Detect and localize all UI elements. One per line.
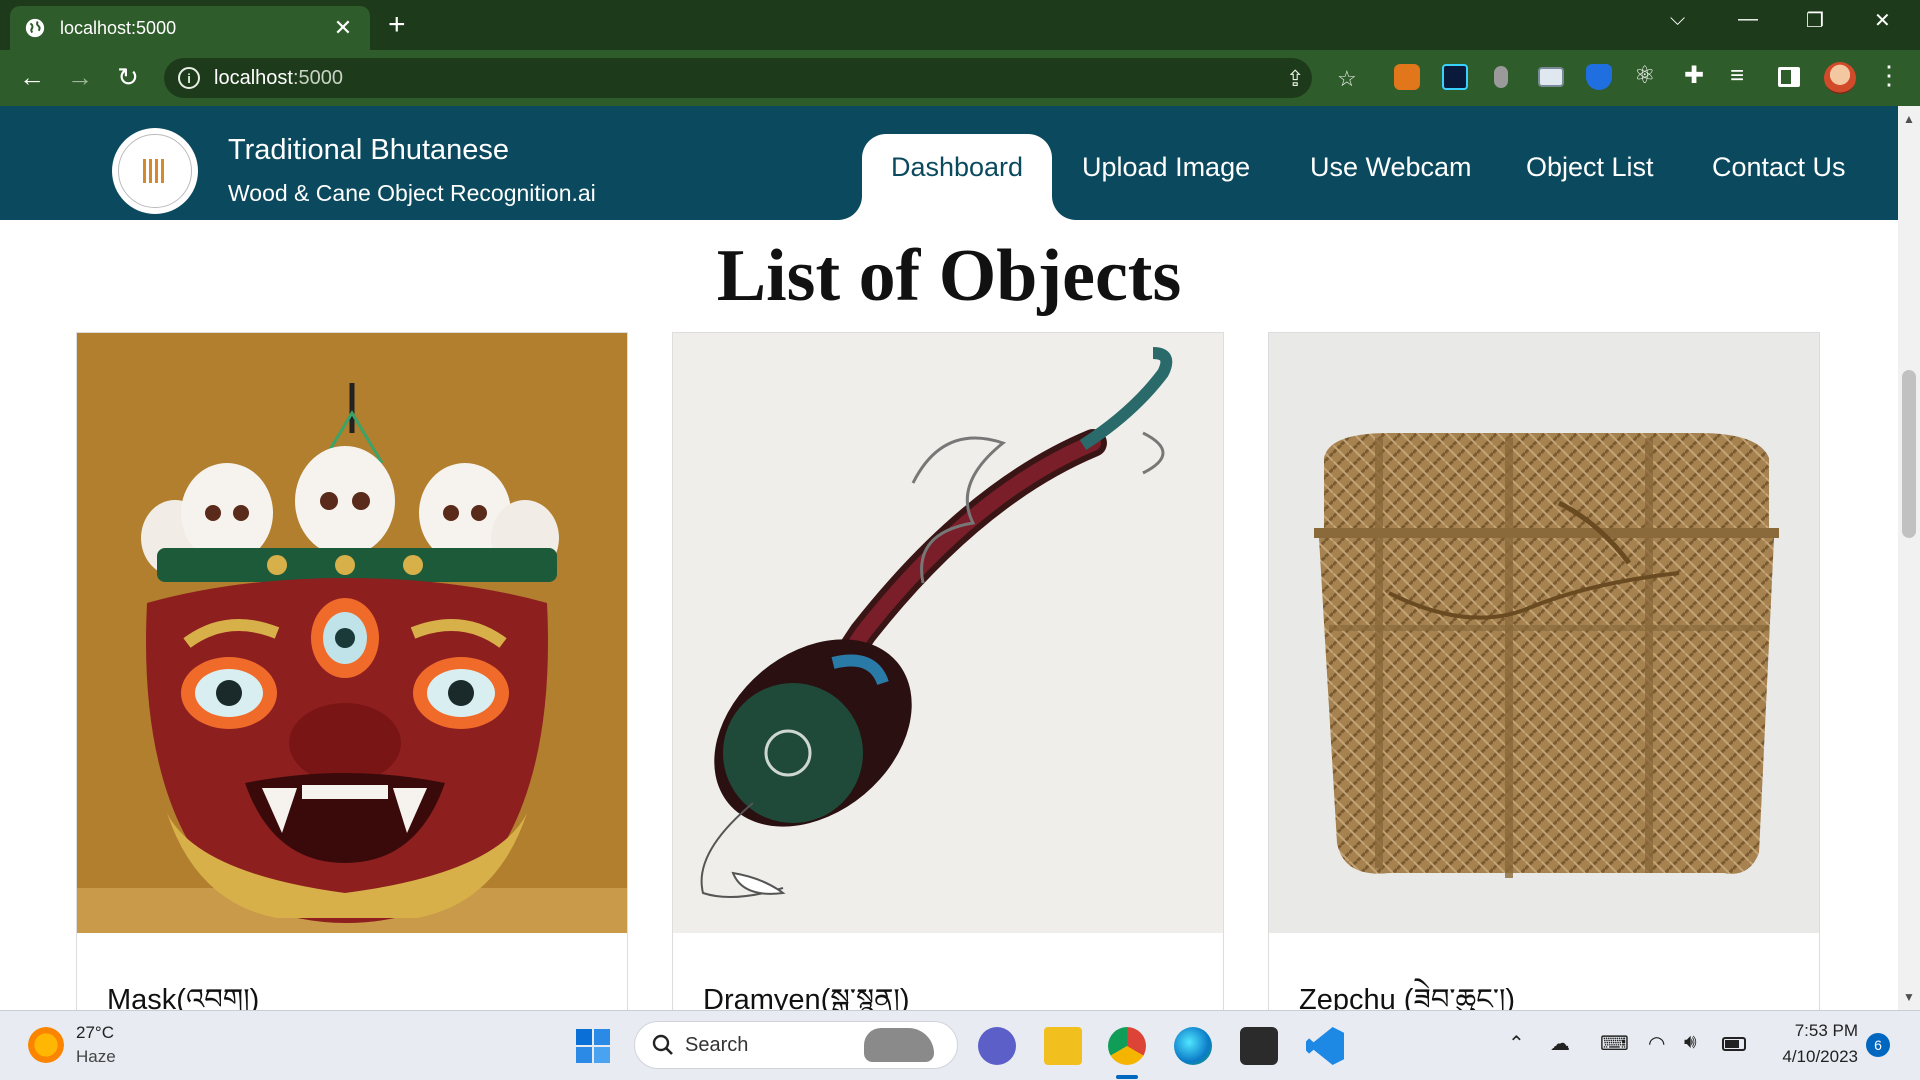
browser-menu-icon[interactable]: ⋮ <box>1876 60 1902 91</box>
address-bar[interactable]: i localhost:5000 ⇪ ☆ <box>164 58 1357 98</box>
keyboard-icon[interactable]: ⌨ <box>1600 1031 1629 1056</box>
elephant-icon <box>864 1028 935 1062</box>
image-extension-icon[interactable] <box>1538 67 1564 87</box>
site-logo[interactable] <box>112 128 198 214</box>
search-icon <box>652 1034 673 1055</box>
mouse-extension-icon[interactable] <box>1494 66 1508 88</box>
terminal-icon[interactable] <box>1240 1027 1278 1065</box>
vscode-icon[interactable] <box>1306 1027 1344 1065</box>
teams-chat-icon[interactable] <box>978 1027 1016 1065</box>
object-card-dramyen[interactable]: Dramyen(སྒྲ་སྙན།) <box>672 332 1224 1010</box>
file-explorer-icon[interactable] <box>1044 1027 1082 1065</box>
site-info-icon[interactable]: i <box>178 67 200 89</box>
brand-subtitle: Wood & Cane Object Recognition.ai <box>228 180 596 206</box>
card-title: Mask(འབག།) <box>107 984 260 1010</box>
page-viewport: Traditional Bhutanese Wood & Cane Object… <box>0 106 1898 1010</box>
reload-icon[interactable]: ↻ <box>110 62 146 92</box>
search-label: Search <box>685 1033 749 1056</box>
browser-tab[interactable]: localhost:5000 ✕ <box>10 6 370 50</box>
minimize-icon[interactable]: — <box>1738 8 1758 31</box>
scroll-down-icon[interactable]: ▼ <box>1898 990 1920 1004</box>
notification-badge[interactable]: 6 <box>1866 1033 1890 1057</box>
react-devtools-icon[interactable]: ⚛ <box>1634 61 1656 91</box>
scroll-up-icon[interactable]: ▲ <box>1898 112 1920 126</box>
globe-icon <box>25 18 45 38</box>
bookmark-star-icon[interactable]: ☆ <box>1337 66 1357 92</box>
onedrive-icon[interactable]: ☁ <box>1550 1031 1570 1056</box>
window-close-icon[interactable]: ✕ <box>1874 8 1891 33</box>
browser-tab-strip: localhost:5000 ✕ + ⌵ — ❐ ✕ <box>0 0 1920 50</box>
weather-condition[interactable]: Haze <box>76 1047 116 1067</box>
volume-icon[interactable]: 🔊︎ <box>1684 1031 1697 1054</box>
taskbar: 27°C Haze Search ⌃ ☁ ⌨ ◠ 🔊︎ 7:53 PM 4/10… <box>0 1010 1920 1080</box>
logo-emblem <box>118 134 192 208</box>
tab-title: localhost:5000 <box>60 17 177 38</box>
card-title: Zepchu (ཟེབ་ཆུང་།) <box>1299 984 1516 1010</box>
media-control-icon[interactable]: ≡ <box>1730 61 1744 91</box>
url-port: :5000 <box>292 66 343 89</box>
battery-icon[interactable] <box>1722 1037 1746 1051</box>
forward-icon[interactable]: → <box>62 62 98 92</box>
object-card-mask[interactable]: Mask(འབག།) <box>76 332 628 1010</box>
object-card-zepchu[interactable]: Zepchu (ཟེབ་ཆུང་།) <box>1268 332 1820 1010</box>
wifi-icon[interactable]: ◠ <box>1648 1031 1665 1056</box>
share-icon[interactable]: ⇪ <box>1286 66 1304 92</box>
chrome-icon[interactable] <box>1108 1027 1146 1065</box>
weather-haze-icon[interactable] <box>28 1027 64 1063</box>
brand-title: Traditional Bhutanese <box>228 134 510 166</box>
clock-time[interactable]: 7:53 PM <box>1766 1021 1858 1041</box>
new-tab-icon[interactable]: + <box>388 10 406 40</box>
shield-extension-icon[interactable] <box>1586 64 1612 90</box>
weather-temperature[interactable]: 27°C <box>76 1023 114 1043</box>
clock-date[interactable]: 4/10/2023 <box>1766 1047 1858 1067</box>
taskbar-search[interactable]: Search <box>634 1021 958 1069</box>
extension-icon[interactable] <box>1442 64 1468 90</box>
nav-contact-us[interactable]: Contact Us <box>1712 152 1846 183</box>
url-host: localhost <box>214 66 293 89</box>
tab-search-icon[interactable]: ⌵ <box>1670 8 1685 31</box>
back-icon[interactable]: ← <box>14 62 50 92</box>
site-header: Traditional Bhutanese Wood & Cane Object… <box>0 106 1898 220</box>
nav-dashboard-label: Dashboard <box>890 152 1024 182</box>
card-title: Dramyen(སྒྲ་སྙན།) <box>703 984 910 1010</box>
extensions-puzzle-icon[interactable]: ✚ <box>1684 61 1704 91</box>
logo-mark-icon <box>143 159 167 183</box>
chrome-active-indicator <box>1116 1075 1138 1079</box>
tray-overflow-icon[interactable]: ⌃ <box>1508 1031 1525 1056</box>
page-title: List of Objects <box>716 235 1182 317</box>
mask-image <box>77 333 627 933</box>
zepchu-image <box>1269 333 1819 933</box>
browser-toolbar: ← → ↻ i localhost:5000 ⇪ ☆ ⚛ ✚ ≡ <box>0 50 1920 106</box>
close-tab-icon[interactable]: ✕ <box>330 15 356 41</box>
profile-avatar[interactable] <box>1824 62 1856 94</box>
nav-dashboard[interactable]: Dashboard <box>862 134 1052 220</box>
restore-icon[interactable]: ❐ <box>1806 8 1824 33</box>
nav-upload-image[interactable]: Upload Image <box>1082 152 1250 183</box>
side-panel-icon[interactable] <box>1778 67 1800 87</box>
nav-object-list[interactable]: Object List <box>1526 152 1654 183</box>
dramyen-image <box>673 333 1223 933</box>
windows-start-icon[interactable] <box>574 1027 612 1065</box>
page-scrollbar[interactable]: ▲ ▼ <box>1898 106 1920 1010</box>
metamask-extension-icon[interactable] <box>1394 64 1420 90</box>
edge-icon[interactable] <box>1174 1027 1212 1065</box>
scrollbar-thumb[interactable] <box>1902 370 1916 538</box>
nav-use-webcam[interactable]: Use Webcam <box>1310 152 1472 183</box>
